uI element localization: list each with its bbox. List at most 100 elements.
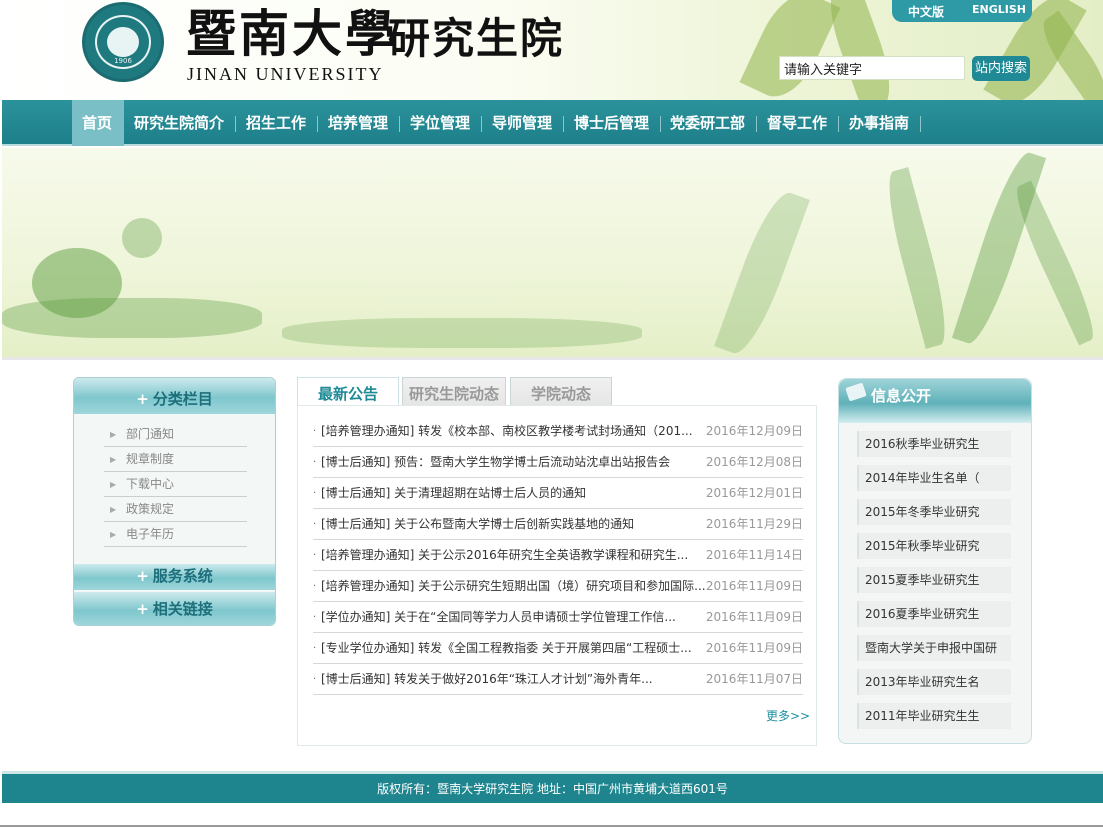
language-switcher: 中文版 ENGLISH xyxy=(892,0,1032,22)
nav-item-supervision[interactable]: 督导工作 xyxy=(767,100,827,146)
news-item[interactable]: · [博士后通知] 关于清理超期在站博士后人员的通知 2016年12月01日 xyxy=(313,478,803,509)
news-item[interactable]: · [专业学位办通知] 转发《全国工程教指委 关于开展第四届“工程硕士... 201… xyxy=(313,633,803,664)
bullet-icon: · xyxy=(313,581,317,592)
news-date: 2016年12月08日 xyxy=(705,455,803,469)
tab-latest-notices[interactable]: 最新公告 xyxy=(297,377,399,407)
nav-separator xyxy=(838,116,839,132)
bullet-icon: · xyxy=(313,457,317,468)
nav-item-supervisor[interactable]: 导师管理 xyxy=(492,100,552,146)
plus-icon: + xyxy=(136,567,149,585)
category-header-label: 分类栏目 xyxy=(152,390,213,408)
news-date: 2016年12月01日 xyxy=(705,486,803,500)
category-item-rules[interactable]: ▶ 规章制度 xyxy=(104,447,247,472)
news-item[interactable]: · [培养管理办通知] 关于公示研究生短期出国（境）研究项目和参加国际... 201… xyxy=(313,571,803,602)
lang-english-link[interactable]: ENGLISH xyxy=(972,3,1026,16)
seal-emblem xyxy=(107,27,139,57)
related-links-label: 相关链接 xyxy=(152,600,213,618)
news-item[interactable]: · [培养管理办通知] 转发《校本部、南校区教学楼考试封场通知（201... 201… xyxy=(313,416,803,447)
nav-item-about[interactable]: 研究生院简介 xyxy=(134,100,224,146)
university-name-en: JINAN UNIVERSITY xyxy=(187,64,384,84)
nav-item-admissions[interactable]: 招生工作 xyxy=(246,100,306,146)
news-title[interactable]: [学位办通知] 关于在“全国同等学力人员申请硕士学位管理工作信... xyxy=(321,602,717,633)
nav-item-degree[interactable]: 学位管理 xyxy=(410,100,470,146)
news-item[interactable]: · [博士后通知] 关于公布暨南大学博士后创新实践基地的通知 2016年11月29日 xyxy=(313,509,803,540)
news-date: 2016年11月29日 xyxy=(705,517,803,531)
search-input[interactable] xyxy=(779,56,965,80)
ink-splash xyxy=(2,298,262,338)
nav-separator xyxy=(660,116,661,132)
news-title[interactable]: [培养管理办通知] 关于公示研究生短期出国（境）研究项目和参加国际... xyxy=(321,571,717,602)
plus-icon: + xyxy=(136,390,149,408)
bullet-icon: · xyxy=(313,550,317,561)
bullet-icon: · xyxy=(313,488,317,499)
news-title[interactable]: [博士后通知] 转发关于做好2016年“珠江人才计划”海外青年... xyxy=(321,664,717,695)
news-title[interactable]: [培养管理办通知] 关于公示2016年研究生全英语教学课程和研究生... xyxy=(321,540,717,571)
megaphone-icon xyxy=(845,382,867,402)
nav-item-party[interactable]: 党委研工部 xyxy=(670,100,745,146)
graduate-school-name: 研究生院 xyxy=(388,14,565,63)
news-title[interactable]: [博士后通知] 预告：暨南大学生物学博士后流动站沈卓出站报告会 xyxy=(321,447,717,478)
main-nav: 首页 研究生院简介 招生工作 培养管理 学位管理 导师管理 博士后管理 党委研工… xyxy=(2,100,1103,146)
tab-graduate-school-news[interactable]: 研究生院动态 xyxy=(402,377,506,407)
info-item[interactable]: 暨南大学关于申报中国研 xyxy=(857,635,1011,661)
triangle-right-icon: ▶ xyxy=(110,505,117,514)
more-news-link[interactable]: 更多>> xyxy=(766,707,810,724)
willow-leaf xyxy=(879,167,955,349)
category-item-label: 部门通知 xyxy=(126,427,175,441)
category-item-label: 规章制度 xyxy=(126,452,175,466)
nav-item-postdoc[interactable]: 博士后管理 xyxy=(574,100,649,146)
site-header: 1906 暨南大學 JINAN UNIVERSITY 研究生院 中文版 ENGL… xyxy=(0,0,1103,100)
news-date: 2016年11月07日 xyxy=(705,672,803,686)
category-item-policies[interactable]: ▶ 政策规定 xyxy=(104,497,247,522)
news-date: 2016年11月09日 xyxy=(705,610,803,624)
nav-item-guide[interactable]: 办事指南 xyxy=(849,100,909,146)
related-links-header[interactable]: + 相关链接 xyxy=(74,590,275,625)
category-item-downloads[interactable]: ▶ 下载中心 xyxy=(104,472,247,497)
info-item[interactable]: 2015年冬季毕业研究 xyxy=(857,499,1011,525)
info-disclosure-panel: 信息公开 2016秋季毕业研究生 2014年毕业生名单（ 2015年冬季毕业研究… xyxy=(838,378,1032,744)
nav-separator xyxy=(317,116,318,132)
category-item-calendar[interactable]: ▶ 电子年历 xyxy=(104,522,247,547)
nav-item-training[interactable]: 培养管理 xyxy=(328,100,388,146)
news-item[interactable]: · [培养管理办通知] 关于公示2016年研究生全英语教学课程和研究生... 201… xyxy=(313,540,803,571)
info-item[interactable]: 2013年毕业研究生名 xyxy=(857,669,1011,695)
nav-separator xyxy=(235,116,236,132)
category-item-notices[interactable]: ▶ 部门通知 xyxy=(104,422,247,447)
info-item[interactable]: 2015夏季毕业研究生 xyxy=(857,567,1011,593)
info-item[interactable]: 2014年毕业生名单（ xyxy=(857,465,1011,491)
news-item[interactable]: · [学位办通知] 关于在“全国同等学力人员申请硕士学位管理工作信... 2016年… xyxy=(313,602,803,633)
bullet-icon: · xyxy=(313,643,317,654)
footer-copyright: 版权所有：暨南大学研究生院 地址：中国广州市黄埔大道西601号 xyxy=(377,782,728,796)
service-system-label: 服务系统 xyxy=(152,567,213,585)
info-disclosure-header: 信息公开 xyxy=(839,379,1031,423)
triangle-right-icon: ▶ xyxy=(110,530,117,539)
info-item[interactable]: 2011年毕业研究生生 xyxy=(857,703,1011,729)
news-item[interactable]: · [博士后通知] 转发关于做好2016年“珠江人才计划”海外青年... 2016年… xyxy=(313,664,803,695)
news-title[interactable]: [专业学位办通知] 转发《全国工程教指委 关于开展第四届“工程硕士... xyxy=(321,633,717,664)
nav-separator xyxy=(399,116,400,132)
university-seal-logo[interactable]: 1906 xyxy=(82,2,164,82)
news-title[interactable]: [博士后通知] 关于公布暨南大学博士后创新实践基地的通知 xyxy=(321,509,717,540)
category-header[interactable]: + 分类栏目 xyxy=(74,378,275,414)
triangle-right-icon: ▶ xyxy=(110,430,117,439)
service-system-header[interactable]: + 服务系统 xyxy=(74,564,275,590)
tab-college-news[interactable]: 学院动态 xyxy=(510,377,612,407)
site-search-button[interactable]: 站内搜索 xyxy=(972,56,1030,81)
bullet-icon: · xyxy=(313,519,317,530)
info-item[interactable]: 2015年秋季毕业研究 xyxy=(857,533,1011,559)
news-title[interactable]: [培养管理办通知] 转发《校本部、南校区教学楼考试封场通知（201... xyxy=(321,416,717,447)
info-item[interactable]: 2016夏季毕业研究生 xyxy=(857,601,1011,627)
nav-item-home[interactable]: 首页 xyxy=(72,100,124,146)
willow-leaf xyxy=(1007,180,1103,346)
banner-image xyxy=(2,148,1103,360)
news-list: · [培养管理办通知] 转发《校本部、南校区教学楼考试封场通知（201... 201… xyxy=(313,416,803,695)
news-item[interactable]: · [博士后通知] 预告：暨南大学生物学博士后流动站沈卓出站报告会 2016年12月… xyxy=(313,447,803,478)
lang-chinese-link[interactable]: 中文版 xyxy=(908,3,944,20)
nav-separator xyxy=(756,116,757,132)
news-title[interactable]: [博士后通知] 关于清理超期在站博士后人员的通知 xyxy=(321,478,717,509)
bullet-icon: · xyxy=(313,674,317,685)
bullet-icon: · xyxy=(313,426,317,437)
info-item[interactable]: 2016秋季毕业研究生 xyxy=(857,431,1011,457)
nav-separator xyxy=(563,116,564,132)
news-date: 2016年11月09日 xyxy=(705,641,803,655)
